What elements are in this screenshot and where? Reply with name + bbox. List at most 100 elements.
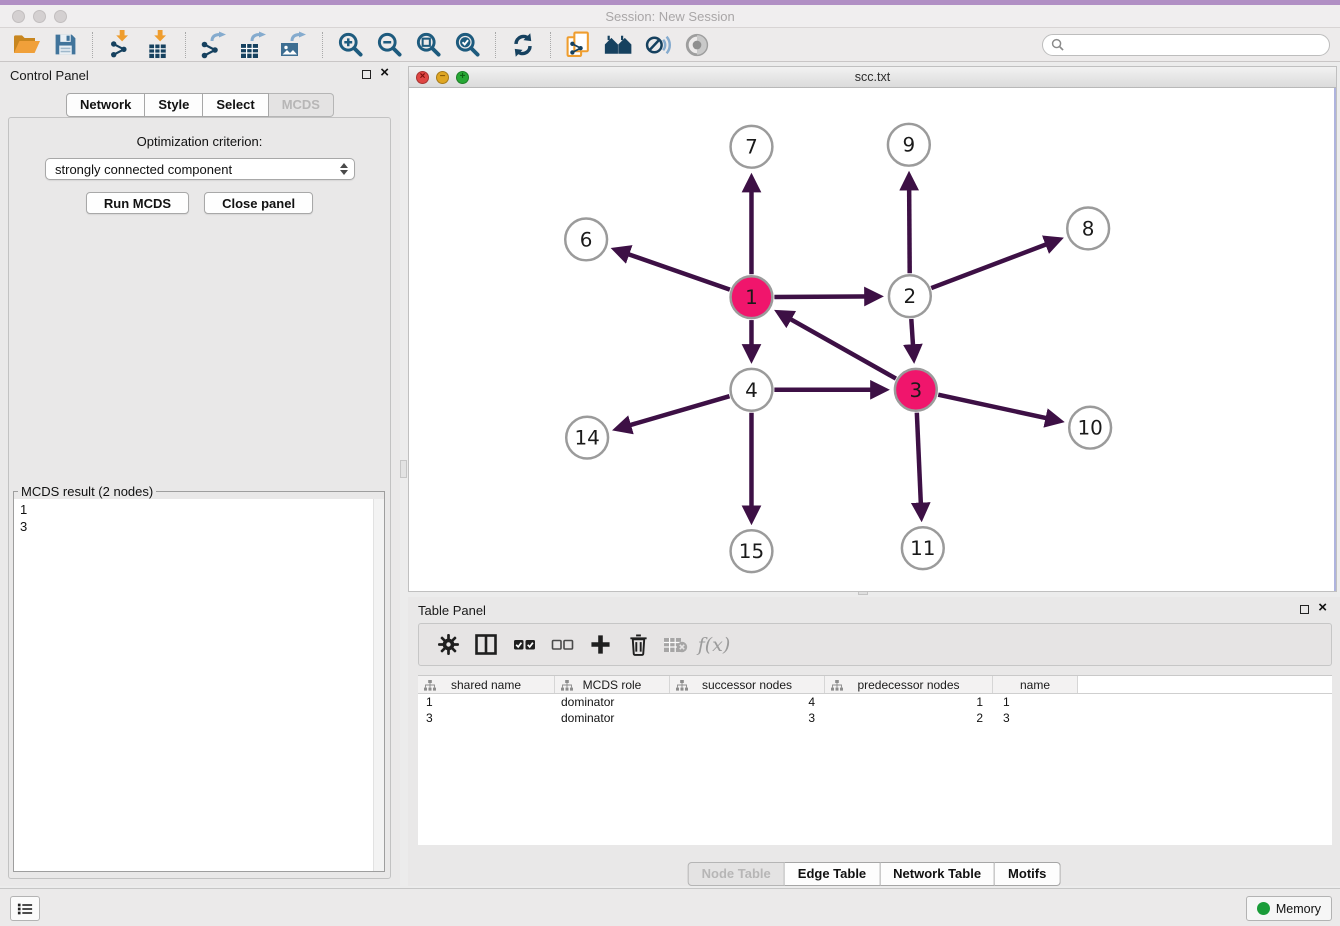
column-header-predecessor-nodes[interactable]: predecessor nodes: [825, 676, 993, 693]
cell-shared-name: 1: [418, 694, 555, 710]
zoom-in-icon[interactable]: [331, 30, 370, 60]
tab-node-table[interactable]: Node Table: [688, 862, 785, 886]
vertical-splitter[interactable]: [400, 62, 408, 886]
window-zoom-button[interactable]: +: [456, 71, 469, 84]
edge-3-1[interactable]: [778, 312, 895, 378]
tab-network-table[interactable]: Network Table: [880, 862, 995, 886]
delete-row-icon[interactable]: [619, 627, 657, 663]
save-session-icon[interactable]: [47, 30, 84, 60]
table-panel-title: Table Panel: [418, 603, 486, 618]
column-header-name[interactable]: name: [993, 676, 1078, 693]
deselect-all-icon[interactable]: [543, 627, 581, 663]
node-9-label: 9: [903, 134, 916, 157]
select-all-icon[interactable]: [505, 627, 543, 663]
show-hide-icon[interactable]: [678, 30, 716, 60]
window-minimize-button[interactable]: −: [436, 71, 449, 84]
control-panel-tabs: NetworkStyleSelectMCDS: [66, 93, 334, 117]
function-builder-icon: f(x): [695, 627, 733, 663]
tab-style[interactable]: Style: [145, 93, 203, 117]
table-header-row: shared nameMCDS rolesuccessor nodesprede…: [418, 675, 1332, 694]
tab-mcds[interactable]: MCDS: [269, 93, 334, 117]
refresh-icon[interactable]: [504, 30, 542, 60]
mcds-result-title: MCDS result (2 nodes): [18, 484, 156, 499]
zoom-fit-icon[interactable]: [409, 30, 448, 60]
network-scrollbar[interactable]: [1334, 88, 1336, 591]
app-title: Session: New Session: [0, 9, 1340, 24]
edge-1-6[interactable]: [615, 250, 730, 290]
node-10-label: 10: [1077, 417, 1102, 440]
close-panel-icon[interactable]: ×: [380, 65, 389, 81]
houses-icon[interactable]: [598, 30, 639, 60]
edge-3-11[interactable]: [917, 413, 922, 518]
table-toolbar: f(x): [418, 623, 1332, 666]
status-bar: Memory: [0, 888, 1340, 926]
duplicate-network-icon[interactable]: [559, 30, 598, 60]
fx-label: f(x): [698, 634, 731, 656]
tab-select[interactable]: Select: [203, 93, 268, 117]
node-11-label: 11: [910, 537, 935, 560]
result-scrollbar[interactable]: [373, 499, 384, 871]
table-header-filler: [1078, 676, 1332, 693]
tab-motifs[interactable]: Motifs: [995, 862, 1060, 886]
vertical-splitter-handle[interactable]: [400, 460, 407, 478]
cell-MCDS-role: dominator: [555, 694, 670, 710]
memory-button[interactable]: Memory: [1246, 896, 1332, 921]
import-network-icon[interactable]: [101, 30, 139, 60]
tab-network[interactable]: Network: [66, 93, 145, 117]
table-row[interactable]: 1dominator411: [418, 694, 1332, 710]
node-15-label: 15: [739, 540, 764, 563]
toolbar-separator: [185, 32, 186, 58]
split-view-icon[interactable]: [467, 627, 505, 663]
node-4-label: 4: [745, 379, 758, 402]
export-network-icon[interactable]: [194, 30, 234, 60]
node-1-label: 1: [745, 286, 758, 309]
search-icon: [1051, 38, 1064, 51]
close-table-panel-icon[interactable]: ×: [1318, 600, 1327, 616]
network-canvas[interactable]: 7968124314101511: [409, 88, 1336, 591]
window-close-button[interactable]: ×: [416, 71, 429, 84]
edge-2-3[interactable]: [911, 319, 914, 359]
add-row-icon[interactable]: [581, 627, 619, 663]
zoom-out-icon[interactable]: [370, 30, 409, 60]
mcds-panel: Optimization criterion: strongly connect…: [8, 117, 391, 879]
zoom-selected-icon[interactable]: [448, 30, 487, 60]
result-line: 1: [14, 499, 384, 518]
column-header-successor-nodes[interactable]: successor nodes: [670, 676, 825, 693]
search-input[interactable]: [1069, 36, 1321, 53]
close-panel-button[interactable]: Close panel: [204, 192, 313, 214]
network-window-title: scc.txt: [409, 70, 1336, 84]
float-table-panel-icon[interactable]: [1300, 605, 1309, 614]
delete-column-icon: [657, 627, 695, 663]
edge-1-2[interactable]: [774, 296, 879, 297]
edge-2-8[interactable]: [931, 239, 1059, 288]
optimization-label: Optimization criterion:: [9, 134, 390, 149]
open-session-icon[interactable]: [6, 30, 47, 60]
run-mcds-button[interactable]: Run MCDS: [86, 192, 189, 214]
tab-edge-table[interactable]: Edge Table: [785, 862, 880, 886]
graphics-details-icon[interactable]: [639, 30, 678, 60]
network-window-titlebar[interactable]: scc.txt ×−+: [409, 67, 1336, 88]
memory-label: Memory: [1276, 902, 1321, 916]
node-8-label: 8: [1082, 217, 1095, 240]
edge-2-9[interactable]: [909, 176, 910, 274]
column-header-MCDS-role[interactable]: MCDS role: [555, 676, 670, 693]
export-image-icon[interactable]: [274, 30, 314, 60]
export-table-icon[interactable]: [234, 30, 274, 60]
task-history-button[interactable]: [10, 896, 40, 921]
import-table-icon[interactable]: [139, 30, 177, 60]
column-header-shared-name[interactable]: shared name: [418, 676, 555, 693]
search-box[interactable]: [1042, 34, 1330, 56]
criterion-dropdown[interactable]: strongly connected component: [45, 158, 355, 180]
main-toolbar: [0, 28, 1340, 62]
edge-3-10[interactable]: [938, 395, 1060, 421]
memory-indicator-icon: [1257, 902, 1270, 915]
edge-4-14[interactable]: [617, 396, 730, 429]
table-row[interactable]: 3dominator323: [418, 710, 1332, 726]
network-window-buttons: ×−+: [416, 71, 469, 84]
settings-icon[interactable]: [429, 627, 467, 663]
mcds-result-group: MCDS result (2 nodes) 13: [13, 484, 385, 872]
float-panel-icon[interactable]: [362, 70, 371, 79]
network-window: scc.txt ×−+ 7968124314101511: [408, 66, 1337, 592]
node-table: shared nameMCDS rolesuccessor nodesprede…: [418, 675, 1332, 845]
graph-svg: 7968124314101511: [409, 88, 1336, 591]
